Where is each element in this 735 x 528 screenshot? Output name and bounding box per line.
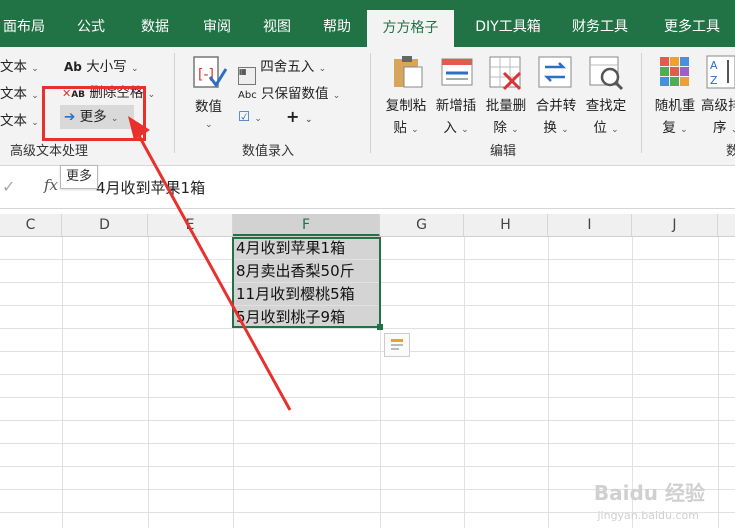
watermark-logo: Baidu 经验 (593, 481, 705, 505)
tooltip: 更多 (60, 165, 98, 189)
annotation-arrow (128, 116, 292, 411)
watermark-url: jingyan.baidu.com (597, 509, 699, 522)
